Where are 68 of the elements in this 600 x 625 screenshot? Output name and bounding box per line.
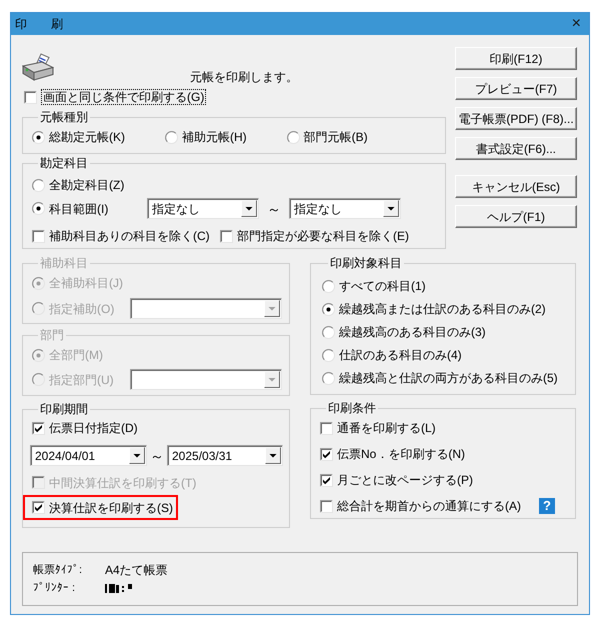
checkbox[interactable] [320,422,333,434]
checkbox[interactable] [320,500,333,512]
group-title: 元帳種別 [39,110,89,124]
radio-button[interactable] [32,130,45,144]
checkbox-option[interactable]: 通番を印刷する(L) [320,420,436,436]
checkbox-option[interactable]: 部門指定が必要な科目を除く(E) [220,228,409,244]
window-title: 印 刷 [15,17,63,31]
range-separator: ～ [149,448,165,462]
dropdown[interactable]: 2025/03/31 [167,445,283,466]
radio-option[interactable]: すべての科目(1) [322,278,426,294]
info-label: ﾌﾟﾘﾝﾀｰ : [33,581,76,595]
dropdown-arrow-icon[interactable] [241,200,257,217]
radio-button[interactable] [32,202,45,215]
obscured-text-icon [105,582,133,594]
print-button[interactable]: 印刷(F12) [455,47,577,70]
checkbox[interactable] [32,422,45,434]
checkbox-option[interactable]: 総合計を期首からの通算にする(A) [320,498,521,514]
checkbox[interactable] [32,230,45,242]
checkbox-option[interactable]: 伝票日付指定(D) [32,420,138,436]
group-title: 勘定科目 [39,156,89,170]
checkbox[interactable] [320,448,333,460]
checkbox-option[interactable]: 月ごとに改ページする(P) [320,472,473,488]
radio-option[interactable]: 科目範囲(I) [32,200,108,216]
dropdown[interactable]: 指定なし [289,198,401,219]
info-value: A4たて帳票 [105,563,168,577]
dropdown[interactable]: 指定なし [147,198,259,219]
group-title: 印刷条件 [327,401,377,415]
range-separator: ～ [266,202,282,216]
format-settings-button[interactable]: 書式設定(F6)... [455,137,577,160]
checkbox[interactable] [220,230,233,242]
radio-option[interactable]: 部門元帳(B) [286,129,368,145]
radio-option[interactable]: 繰越残高と仕訳の両方がある科目のみ(5) [322,370,558,386]
group-title: 補助科目 [39,256,89,270]
dropdown[interactable]: 2024/04/01 [30,445,147,466]
cancel-button[interactable]: キャンセル(Esc) [455,175,577,198]
radio-option[interactable]: 総勘定元帳(K) [32,129,125,145]
pdf-export-button[interactable]: 電子帳票(PDF) (F8)... [455,107,577,130]
dropdown-arrow-icon[interactable] [129,447,145,464]
radio-button[interactable] [165,130,178,144]
dropdown-arrow-icon[interactable] [383,200,399,217]
printer-icon [22,53,54,81]
radio-button[interactable] [322,280,335,292]
group-title: 部門 [39,328,65,342]
radio-button[interactable] [322,326,335,338]
checkbox-option[interactable]: 伝票No．を印刷する(N) [320,446,465,462]
radio-button[interactable] [32,178,45,192]
radio-option[interactable]: 繰越残高または仕訳のある科目のみ(2) [322,301,546,317]
radio-option[interactable]: 仕訳のある科目のみ(4) [322,347,462,363]
checkbox[interactable] [24,90,37,104]
radio-option[interactable]: 全勘定科目(Z) [32,177,124,193]
checkbox[interactable] [320,474,333,486]
radio-option[interactable]: 補助元帳(H) [165,129,247,145]
radio-option[interactable]: 繰越残高のある科目のみ(3) [322,324,486,340]
radio-button[interactable] [322,372,335,384]
checkbox[interactable] [32,501,45,514]
group-title: 印刷対象科目 [329,256,403,270]
info-label: 帳票ﾀｲﾌﾟ: [33,563,84,577]
radio-button[interactable] [322,302,335,316]
dropdown-arrow-icon[interactable] [265,447,281,464]
group-title: 印刷期間 [39,402,89,416]
help-badge[interactable]: ? [539,498,555,514]
help-button[interactable]: ヘルプ(F1) [455,205,577,228]
close-button[interactable]: × [572,16,581,32]
radio-button[interactable] [322,348,335,362]
preview-button[interactable]: プレビュー(F7) [455,77,577,100]
intro-message: 元帳を印刷します。 [190,70,298,84]
checkbox-option[interactable]: 補助科目ありの科目を除く(C) [32,228,210,244]
checkbox-option[interactable]: 決算仕訳を印刷する(S) [32,500,173,516]
